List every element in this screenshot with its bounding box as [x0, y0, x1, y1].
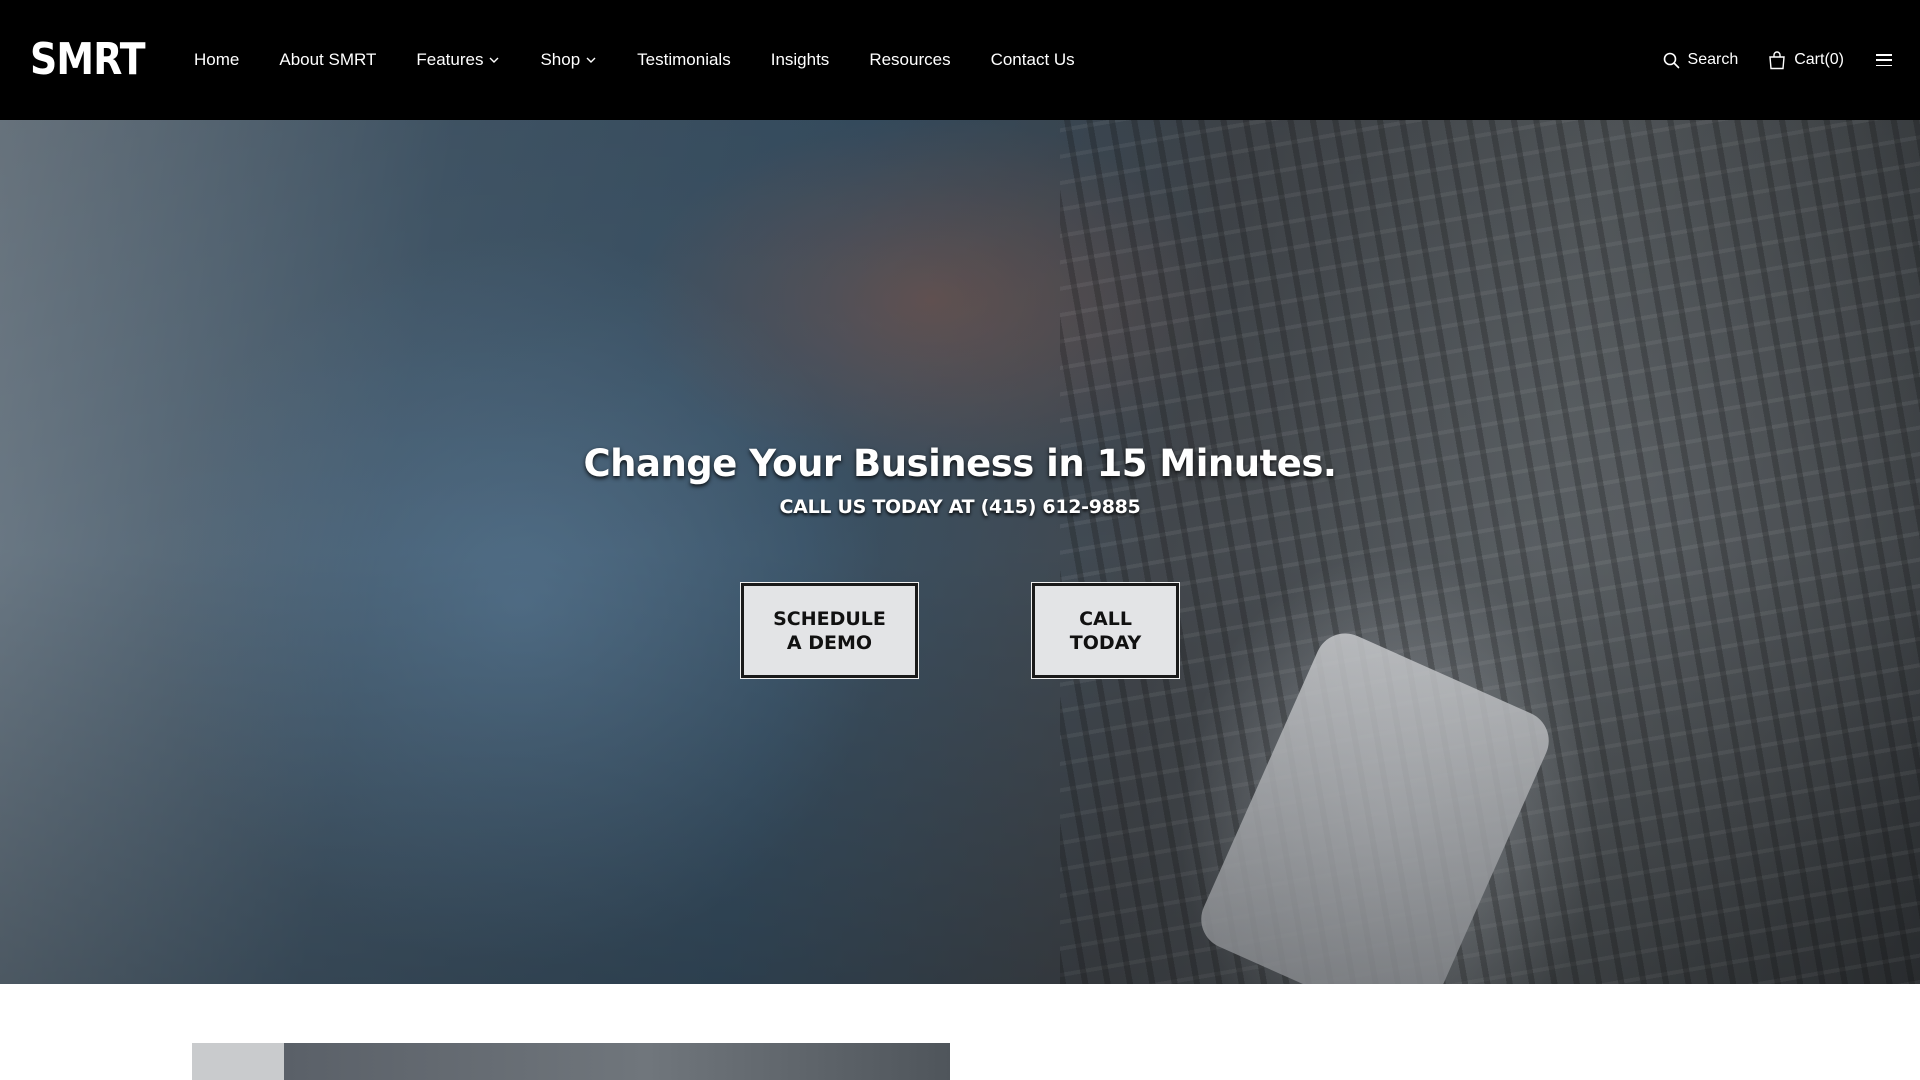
- nav-item-contact[interactable]: Contact Us: [991, 50, 1075, 70]
- nav-item-home[interactable]: Home: [194, 50, 239, 70]
- nav-item-features[interactable]: Features: [416, 50, 500, 70]
- search-link[interactable]: Search: [1663, 51, 1739, 69]
- search-label: Search: [1687, 51, 1739, 68]
- section-image: [192, 1043, 950, 1080]
- site-logo[interactable]: SMRT: [30, 35, 146, 85]
- chevron-down-icon: [489, 57, 499, 63]
- schedule-demo-line2: A DEMO: [786, 631, 873, 654]
- nav-item-testimonials[interactable]: Testimonials: [637, 50, 731, 70]
- hero-title: Change Your Business in 15 Minutes.: [583, 442, 1337, 485]
- main-nav: Home About SMRT Features Shop Testimonia…: [194, 0, 1115, 120]
- hero-subtitle: CALL US TODAY AT (415) 612-9885: [779, 496, 1141, 518]
- shopping-bag-icon: [1769, 50, 1785, 69]
- nav-item-label: About SMRT: [279, 50, 377, 69]
- call-today-button[interactable]: CALL TODAY: [1032, 583, 1179, 678]
- cart-link[interactable]: Cart(0): [1768, 50, 1844, 70]
- header-actions: Search Cart(0): [1663, 0, 1892, 120]
- nav-item-label: Contact Us: [990, 50, 1075, 69]
- nav-item-label: Home: [194, 50, 240, 69]
- nav-item-about[interactable]: About SMRT: [279, 50, 376, 70]
- search-icon: [1663, 52, 1679, 68]
- hamburger-menu-icon[interactable]: [1876, 54, 1892, 66]
- nav-item-label: Resources: [869, 50, 951, 69]
- call-today-line1: CALL: [1079, 607, 1132, 630]
- schedule-demo-button[interactable]: SCHEDULE A DEMO: [741, 583, 918, 678]
- nav-item-label: Shop: [540, 50, 581, 69]
- site-header: SMRT Home About SMRT Features Shop Testi…: [0, 0, 1920, 120]
- nav-item-label: Features: [416, 50, 484, 69]
- cart-label: Cart(0): [1794, 51, 1844, 68]
- hero-content: Change Your Business in 15 Minutes. CALL…: [0, 120, 1920, 984]
- nav-item-label: Testimonials: [637, 50, 731, 69]
- nav-item-resources[interactable]: Resources: [869, 50, 950, 70]
- chevron-down-icon: [586, 57, 596, 63]
- schedule-demo-line1: SCHEDULE: [773, 607, 886, 630]
- nav-item-shop[interactable]: Shop: [540, 50, 597, 70]
- nav-item-label: Insights: [770, 50, 830, 69]
- nav-item-insights[interactable]: Insights: [771, 50, 830, 70]
- call-today-line2: TODAY: [1069, 631, 1142, 654]
- hero-banner: Change Your Business in 15 Minutes. CALL…: [0, 120, 1920, 984]
